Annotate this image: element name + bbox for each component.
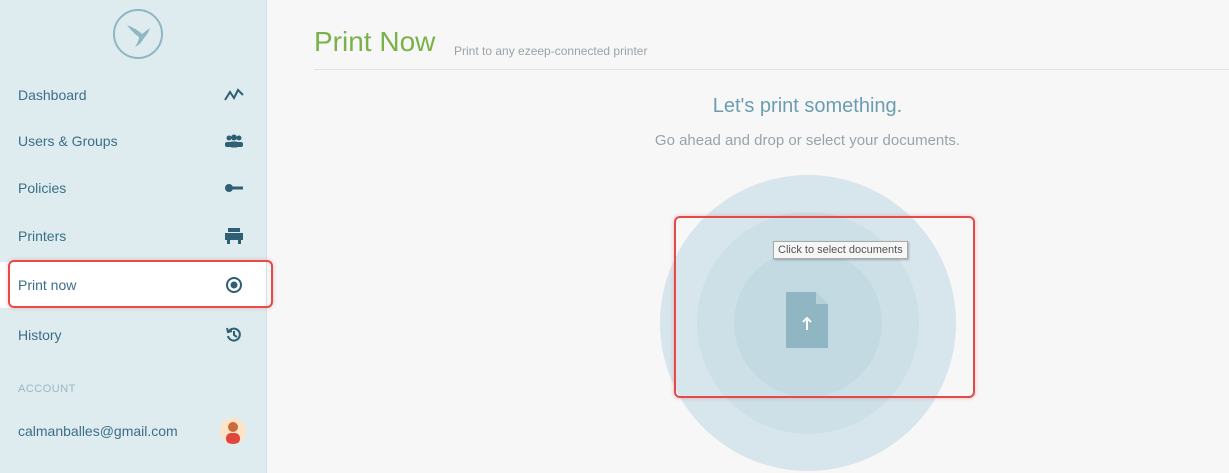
print-heading: Let's print something. (712, 95, 903, 117)
page-title: Print Now (314, 26, 436, 57)
highlight-box-drop-zone (674, 216, 975, 398)
history-icon (224, 325, 244, 345)
print-subheading: Go ahead and drop or select your documen… (654, 132, 961, 149)
key-icon (224, 178, 244, 198)
highlight-box-print-now (8, 260, 273, 308)
sidebar-item-label: Policies (18, 180, 67, 196)
sidebar-item-label: Printers (18, 228, 67, 244)
sidebar-item-label: History (18, 327, 62, 343)
sidebar: Dashboard Users & Groups Policies Printe… (0, 0, 267, 473)
sidebar-item-printers[interactable]: Printers (0, 213, 266, 259)
page-subtitle: Print to any ezeep-connected printer (454, 44, 648, 58)
avatar[interactable] (220, 418, 246, 444)
printer-icon (224, 226, 244, 246)
hummingbird-logo-icon[interactable] (113, 9, 163, 59)
account-menu[interactable]: calmanballes@gmail.com (0, 408, 266, 454)
account-section-label: ACCOUNT (18, 383, 76, 395)
account-email: calmanballes@gmail.com (18, 423, 178, 439)
sidebar-item-history[interactable]: History (0, 312, 266, 358)
sidebar-item-policies[interactable]: Policies (0, 165, 266, 211)
page-header: Print Now Print to any ezeep-connected p… (314, 22, 1229, 70)
